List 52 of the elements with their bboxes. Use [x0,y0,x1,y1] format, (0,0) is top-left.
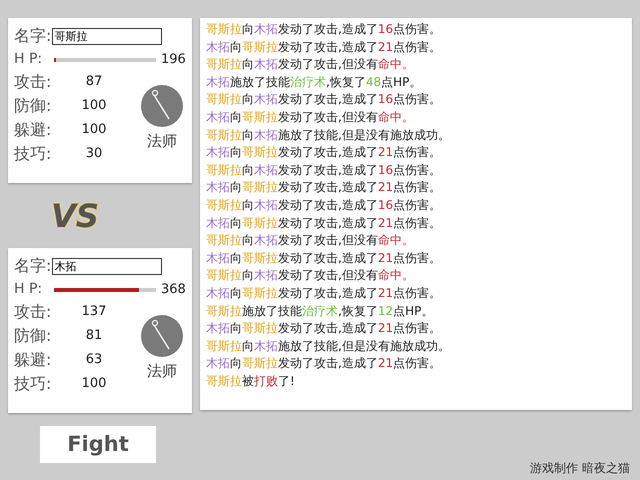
stat-value: 100 [80,375,108,394]
log-line: 哥斯拉向木拓发动了攻击,造成了 16点伤害。 [206,196,442,214]
log-line: 哥斯拉向木拓发动了攻击,但没有命中。 [206,232,415,250]
log-line: 哥斯拉向木拓发动了攻击,造成了 16点伤害。 [206,91,442,108]
stat-value: 63 [84,351,104,370]
log-line: 哥斯拉向木拓施放了技能,但是没有施放成功。 [206,338,451,355]
stat-label: 攻击: [14,301,52,323]
hp-label: H P: [14,50,44,69]
credit-text: 游戏制作 暗夜之猫 [530,460,630,477]
stat-value: 137 [80,303,108,322]
log-line: 木拓向哥斯拉发动了攻击,造成了21点伤害。 [206,284,442,302]
stat-value: 30 [84,145,104,164]
fight-button[interactable]: Fight [40,426,156,463]
staff-icon [140,84,184,128]
log-line: 哥斯拉施放了技能治疗术,恢复了 12点HP。 [206,302,434,320]
name-label: 名字: [14,26,52,46]
staff-icon [140,314,184,358]
stat-label: 技巧: [14,143,52,165]
stat-label: 躲避: [14,349,52,371]
stat-value: 100 [80,97,108,116]
log-line: 木拓向哥斯拉发动了攻击,造成了21点伤害。 [206,214,442,232]
log-line: 哥斯拉向木拓发动了攻击,造成了 16点伤害。 [206,21,442,38]
class-label: 法师 [147,131,177,152]
stat-label: 防御: [14,95,52,117]
log-line: 木拓向哥斯拉发动了攻击,造成了21点伤害。 [206,250,442,267]
stat-value: 100 [80,121,108,140]
vs-logo: VS [51,200,99,232]
log-line: 木拓向哥斯拉发动了攻击,但没有命中。 [206,108,415,126]
hp-value: 368 [161,280,186,299]
log-line: 木拓向哥斯拉发动了攻击,造成了21点伤害。 [206,355,442,372]
log-line: 木拓施放了技能治疗术,恢复了48点HP。 [206,74,422,91]
stat-label: 躲避: [14,119,52,141]
name-field[interactable]: 木拓 [52,258,162,274]
stat-value: 87 [84,73,104,92]
log-line: 木拓向哥斯拉发动了攻击,造成了21点伤害。 [206,38,442,56]
log-line: 哥斯拉向木拓施放了技能,但是没有施放成功。 [206,126,451,144]
stat-value: 81 [84,327,104,346]
log-line: 哥斯拉向木拓发动了攻击,但没有命中。 [206,267,415,284]
class-label: 法师 [147,361,177,382]
log-line: 木拓向哥斯拉发动了攻击,造成了21点伤害。 [206,144,442,162]
log-line: 哥斯拉向木拓发动了攻击,但没有命中。 [206,56,415,74]
log-line: 木拓向哥斯拉发动了攻击,造成了21点伤害。 [206,320,442,338]
name-field[interactable]: 哥斯拉 [52,28,162,44]
log-line: 哥斯拉向木拓发动了攻击,造成了 16点伤害。 [206,162,442,179]
log-line: 哥斯拉被打败了! [206,372,296,390]
stat-label: 防御: [14,325,52,347]
log-line: 木拓向哥斯拉发动了攻击,造成了21点伤害。 [206,179,442,196]
stat-label: 攻击: [14,71,52,93]
stat-label: 技巧: [14,373,52,395]
hp-label: H P: [14,280,44,299]
name-label: 名字: [14,256,52,276]
hp-value: 196 [161,50,186,69]
